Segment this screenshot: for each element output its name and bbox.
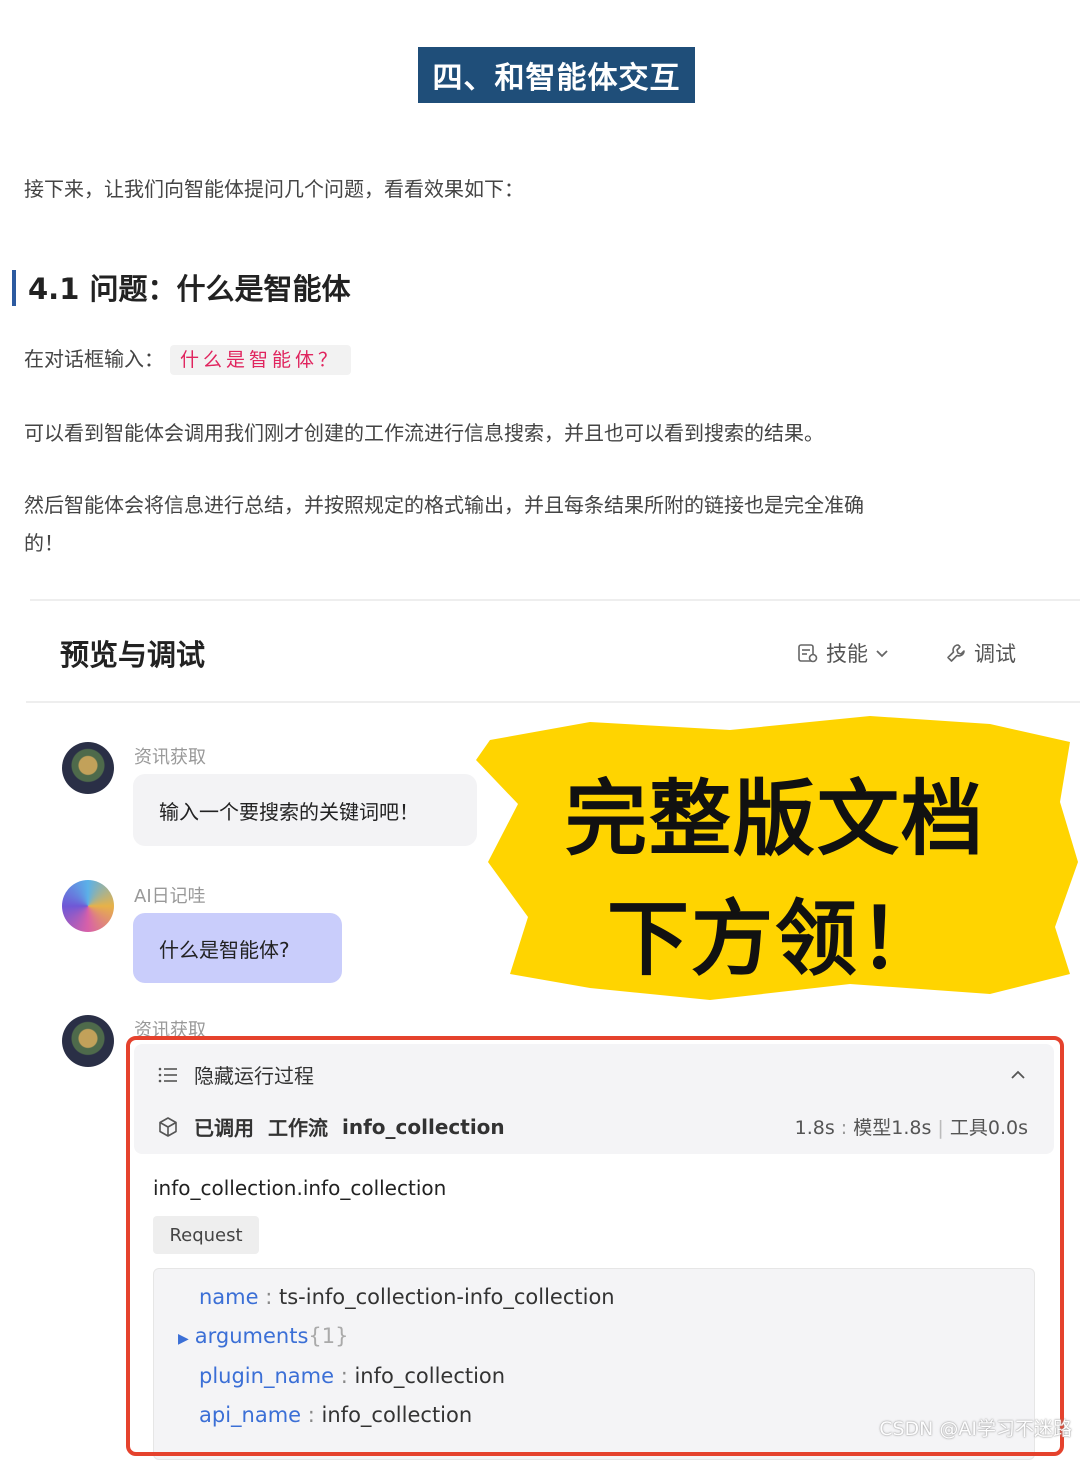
section-heading: 四、和智能体交互 bbox=[418, 47, 695, 103]
subheading-accent-bar bbox=[12, 270, 16, 306]
input-prompt-line: 在对话框输入： 什么是智能体？ bbox=[24, 340, 352, 378]
message-text: 输入一个要搜索的关键词吧！ bbox=[159, 799, 419, 824]
panel-title: 预览与调试 bbox=[60, 638, 206, 672]
search-paragraph: 可以看到智能体会调用我们刚才创建的工作流进行信息搜索，并且也可以看到搜索的结果。 bbox=[24, 421, 824, 445]
bot-avatar bbox=[62, 742, 114, 794]
divider bbox=[30, 599, 1080, 601]
promo-line-2: 下方领！ bbox=[606, 892, 943, 987]
skills-label: 技能 bbox=[826, 642, 868, 666]
sender-name: 资讯获取 bbox=[134, 747, 206, 768]
summary-paragraph: 然后智能体会将信息进行总结，并按照规定的格式输出，并且每条结果所附的链接也是完全… bbox=[24, 486, 1074, 562]
summary-line-2: 的！ bbox=[24, 531, 64, 555]
summary-line-1: 然后智能体会将信息进行总结，并按照规定的格式输出，并且每条结果所附的链接也是完全… bbox=[24, 493, 864, 517]
skills-dropdown[interactable]: 技能 bbox=[796, 638, 890, 668]
promo-line-1: 完整版文档 bbox=[564, 772, 985, 867]
intro-paragraph: 接下来，让我们向智能体提问几个问题，看看效果如下： bbox=[24, 177, 524, 201]
wrench-icon bbox=[947, 644, 965, 662]
message-text: 什么是智能体? bbox=[159, 937, 290, 962]
debug-button[interactable]: 调试 bbox=[944, 638, 1016, 668]
bot-avatar bbox=[62, 1015, 114, 1067]
bot-message-bubble: 输入一个要搜索的关键词吧！ bbox=[133, 774, 477, 846]
user-message-bubble: 什么是智能体? bbox=[133, 913, 342, 983]
subheading: 4.1 问题：什么是智能体 bbox=[28, 272, 351, 306]
input-prompt-label: 在对话框输入： bbox=[24, 347, 164, 371]
divider bbox=[26, 701, 1080, 703]
chevron-down-icon bbox=[876, 650, 888, 658]
debug-label: 调试 bbox=[974, 642, 1016, 666]
watermark: CSDN @AI学习不迷路 bbox=[879, 1418, 1072, 1440]
sender-name: AI日记哇 bbox=[134, 886, 206, 907]
highlight-frame bbox=[126, 1036, 1064, 1456]
skills-icon bbox=[798, 644, 818, 663]
inline-code: 什么是智能体？ bbox=[170, 345, 352, 375]
user-avatar bbox=[62, 880, 114, 932]
